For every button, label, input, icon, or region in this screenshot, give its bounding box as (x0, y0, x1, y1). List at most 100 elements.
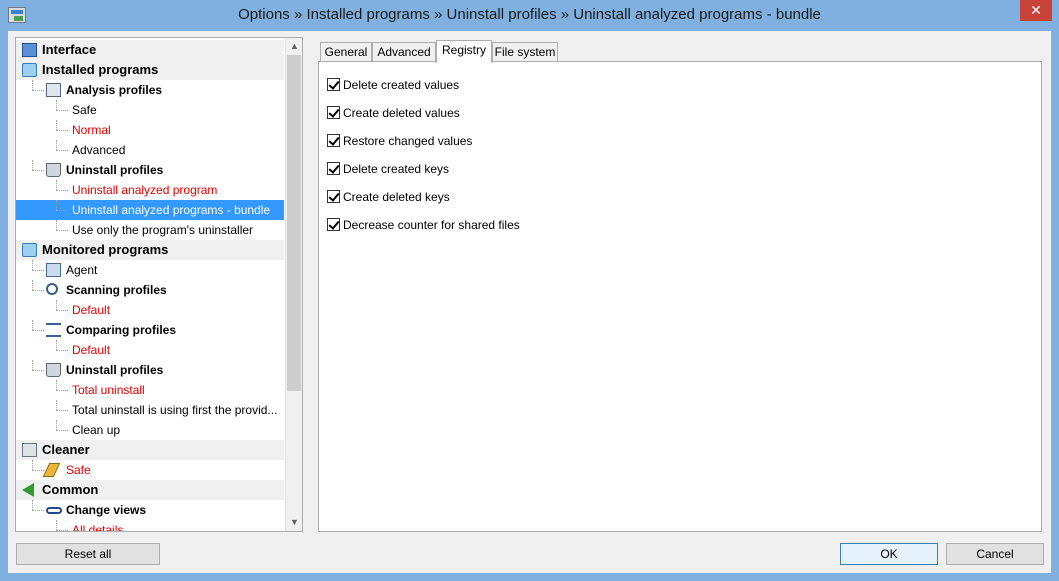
tree-connector (56, 520, 57, 530)
tree-item[interactable]: Uninstall analyzed programs - bundle (16, 200, 284, 220)
common-icon (22, 483, 34, 497)
tree-item-label: Uninstall profiles (66, 363, 164, 377)
option-label: Create deleted keys (343, 190, 450, 204)
tree-item-label: Use only the program's uninstaller (72, 223, 254, 237)
tree-item-label: Uninstall analyzed program (72, 183, 218, 197)
tab-general[interactable]: General (320, 42, 372, 62)
dialog-client-area: Interface Installed programs Analysis prof… (8, 31, 1051, 573)
tree-item[interactable]: Total uninstall is using first the provi… (16, 400, 284, 420)
option-label: Restore changed values (343, 134, 473, 148)
tree-item[interactable]: Advanced (16, 140, 284, 160)
tree-item-label: Scanning profiles (66, 283, 167, 297)
scroll-thumb[interactable] (287, 55, 301, 391)
tree-group[interactable]: Cleaner (16, 440, 284, 460)
tree-item[interactable]: Use only the program's uninstaller (16, 220, 284, 240)
tree-connector (32, 320, 33, 330)
tree-group[interactable]: Interface (16, 40, 284, 60)
tree-connector (56, 180, 57, 190)
tree-connector (56, 380, 57, 390)
tree-item[interactable]: Agent (16, 260, 284, 280)
tree-item[interactable]: Uninstall analyzed program (16, 180, 284, 200)
tab-file-system[interactable]: File system (492, 42, 558, 62)
tab-advanced[interactable]: Advanced (372, 42, 436, 62)
cancel-button[interactable]: Cancel (946, 543, 1044, 565)
tree-connector (32, 160, 33, 170)
tree-scrollbar[interactable]: ▲ ▼ (285, 38, 302, 531)
tree-item-label: Total uninstall (72, 383, 145, 397)
tree-item-label: Default (72, 303, 111, 317)
tree-connector (56, 300, 57, 310)
option-label: Delete created values (343, 78, 460, 92)
tree-item[interactable]: Default (16, 300, 284, 320)
tree-connector (56, 200, 57, 210)
tree-item[interactable]: Uninstall profiles (16, 160, 284, 180)
tree-connector (56, 100, 57, 110)
tree-connector (32, 500, 33, 510)
tree-connector (56, 530, 68, 531)
tree-connector (32, 470, 44, 471)
tree-item[interactable]: Analysis profiles (16, 80, 284, 100)
broom-icon (42, 463, 61, 477)
registry-options-panel: Delete created values Create deleted val… (318, 61, 1042, 532)
tree-group[interactable]: Installed programs (16, 60, 284, 80)
option-label: Create deleted values (343, 106, 460, 120)
tree-item-label: Safe (72, 103, 97, 117)
tree-item[interactable]: All details (16, 520, 284, 532)
scroll-up-arrow-icon[interactable]: ▲ (286, 38, 302, 55)
tree-item-label: Installed programs (42, 62, 159, 77)
tree-item[interactable]: Default (16, 340, 284, 360)
tree-connector (56, 140, 57, 150)
checkbox-restore-changed-values[interactable] (327, 134, 340, 147)
options-tree: Interface Installed programs Analysis prof… (15, 37, 303, 532)
tree-connector (32, 80, 33, 90)
tree-connector (32, 510, 44, 511)
option-label: Decrease counter for shared files (343, 218, 520, 232)
cleaner-icon (22, 443, 37, 457)
tree-connector (32, 270, 44, 271)
tree-connector (32, 330, 44, 331)
tree-connector (32, 360, 33, 370)
checkbox-delete-created-keys[interactable] (327, 162, 340, 175)
tree-connector (56, 310, 68, 311)
tree-connector (56, 130, 68, 131)
tree-item-label: Change views (66, 503, 147, 517)
checkbox-decrease-counter-shared-files[interactable] (327, 218, 340, 231)
analysis-profiles-icon (46, 83, 61, 97)
title-bar[interactable]: Options » Installed programs » Uninstall… (0, 0, 1059, 31)
interface-icon (22, 43, 37, 57)
checkbox-create-deleted-keys[interactable] (327, 190, 340, 203)
tree-connector (56, 430, 68, 431)
tree-connector (56, 190, 68, 191)
tree-item-label: Uninstall analyzed programs - bundle (72, 203, 271, 217)
tree-item[interactable]: Comparing profiles (16, 320, 284, 340)
installed-programs-icon (22, 63, 37, 77)
tree-connector (56, 220, 57, 230)
reset-all-button[interactable]: Reset all (16, 543, 160, 565)
scroll-down-arrow-icon[interactable]: ▼ (286, 514, 302, 531)
tree-item[interactable]: Safe (16, 100, 284, 120)
tree-connector (32, 260, 33, 270)
tree-connector (56, 150, 68, 151)
tree-item[interactable]: Uninstall profiles (16, 360, 284, 380)
tree-item[interactable]: Total uninstall (16, 380, 284, 400)
tree-connector (32, 460, 33, 470)
uninstall-profiles-icon (46, 163, 61, 177)
tree-item-label: All details (72, 523, 124, 532)
option-label: Delete created keys (343, 162, 450, 176)
tree-item[interactable]: Clean up (16, 420, 284, 440)
uninstall-profiles-icon (46, 363, 61, 377)
tree-item[interactable]: Safe (16, 460, 284, 480)
tree-group[interactable]: Common (16, 480, 284, 500)
checkbox-delete-created-values[interactable] (327, 78, 340, 91)
tree-connector (56, 340, 57, 350)
tree-connector (56, 350, 68, 351)
checkbox-create-deleted-values[interactable] (327, 106, 340, 119)
tree-group[interactable]: Monitored programs (16, 240, 284, 260)
tree-item[interactable]: Change views (16, 500, 284, 520)
tree-item[interactable]: Scanning profiles (16, 280, 284, 300)
ok-button[interactable]: OK (840, 543, 938, 565)
tree-connector (56, 110, 68, 111)
close-button[interactable]: ✕ (1020, 0, 1052, 21)
tree-item[interactable]: Normal (16, 120, 284, 140)
tab-registry[interactable]: Registry (436, 40, 492, 63)
